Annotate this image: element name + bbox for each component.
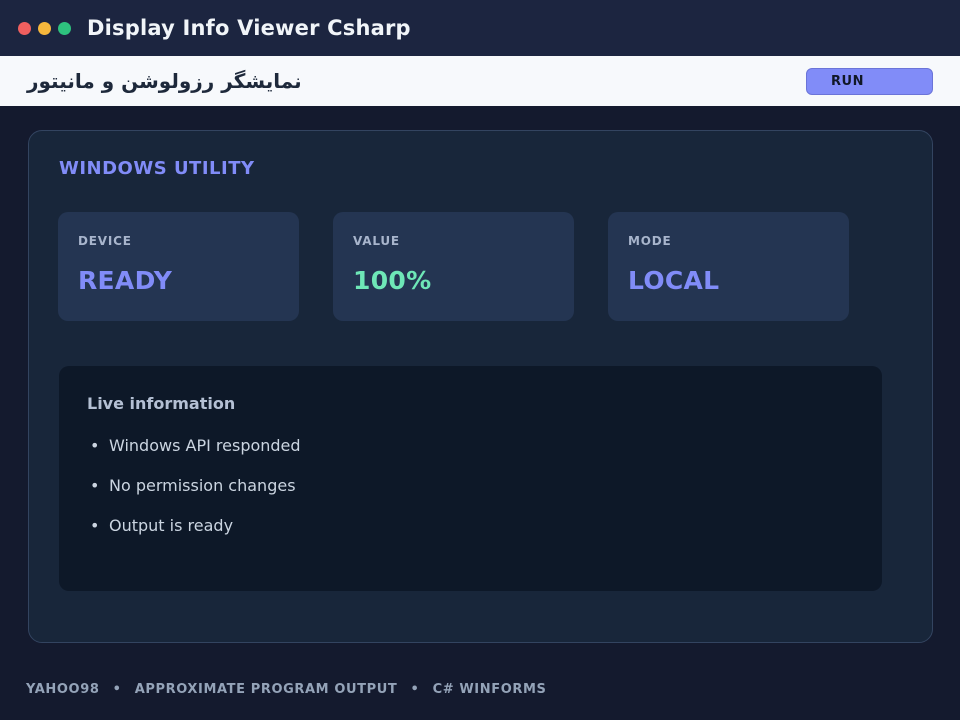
list-item: • Output is ready bbox=[87, 516, 301, 556]
mode-card-label: MODE bbox=[628, 234, 672, 248]
live-info-heading: Live information bbox=[87, 394, 236, 413]
list-item: • Windows API responded bbox=[87, 436, 301, 476]
page-subtitle: نمایشگر رزولوشن و مانیتور bbox=[27, 69, 302, 93]
bullet-icon: • bbox=[90, 516, 100, 535]
mode-card: MODE LOCAL bbox=[608, 212, 849, 321]
footer-author: YAHOO98 bbox=[26, 682, 100, 697]
app-title: Display Info Viewer Csharp bbox=[87, 16, 411, 40]
value-card-value: 100% bbox=[353, 266, 432, 295]
run-button[interactable]: RUN bbox=[806, 67, 933, 95]
footer-separator: • bbox=[112, 682, 122, 697]
list-item-text: Windows API responded bbox=[109, 436, 301, 455]
window-controls bbox=[18, 21, 71, 35]
list-item: • No permission changes bbox=[87, 476, 301, 516]
value-card: VALUE 100% bbox=[333, 212, 574, 321]
utility-panel: WINDOWS UTILITY DEVICE READY VALUE 100% … bbox=[28, 130, 933, 643]
device-card: DEVICE READY bbox=[58, 212, 299, 321]
title-bar: Display Info Viewer Csharp bbox=[0, 0, 960, 56]
maximize-window-button[interactable] bbox=[58, 21, 71, 35]
bullet-icon: • bbox=[90, 476, 100, 495]
bullet-icon: • bbox=[90, 436, 100, 455]
list-item-text: No permission changes bbox=[109, 476, 296, 495]
device-card-label: DEVICE bbox=[78, 234, 132, 248]
toolbar: نمایشگر رزولوشن و مانیتور RUN bbox=[0, 56, 960, 106]
footer-description: APPROXIMATE PROGRAM OUTPUT bbox=[134, 682, 398, 697]
live-info-box: Live information • Windows API responded… bbox=[59, 366, 882, 591]
mode-card-value: LOCAL bbox=[628, 266, 720, 295]
section-title: WINDOWS UTILITY bbox=[59, 158, 255, 179]
footer: YAHOO98 • APPROXIMATE PROGRAM OUTPUT • C… bbox=[26, 682, 546, 697]
close-window-button[interactable] bbox=[18, 21, 31, 35]
live-info-list: • Windows API responded • No permission … bbox=[87, 436, 301, 556]
list-item-text: Output is ready bbox=[109, 516, 234, 535]
device-card-value: READY bbox=[78, 266, 173, 295]
footer-tech: C# WINFORMS bbox=[432, 682, 547, 697]
minimize-window-button[interactable] bbox=[38, 21, 51, 35]
value-card-label: VALUE bbox=[353, 234, 400, 248]
footer-separator: • bbox=[410, 682, 420, 697]
